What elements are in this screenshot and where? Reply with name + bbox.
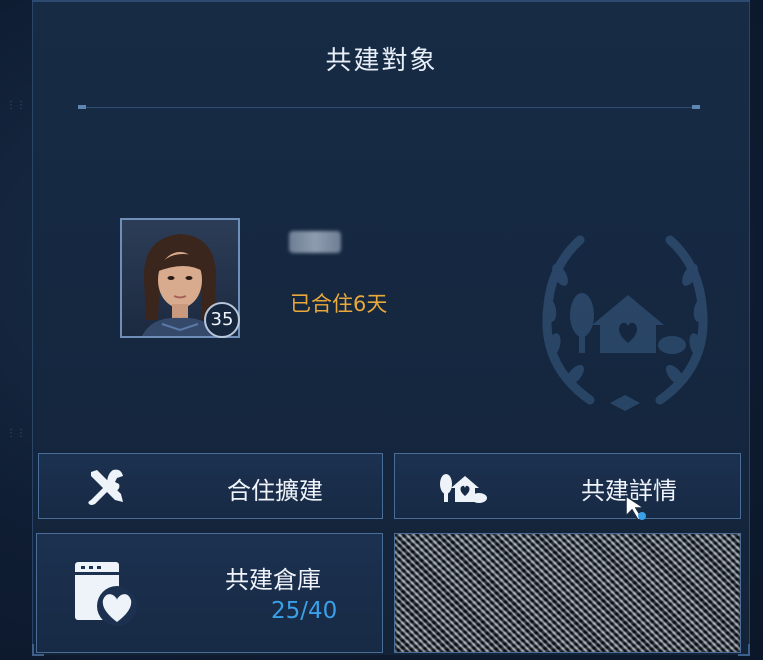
panel-title: 共建對象: [325, 46, 438, 76]
storage-heart-icon: [75, 562, 137, 626]
laurel-house-heart-icon: [542, 235, 708, 411]
level-badge: 35: [204, 302, 240, 338]
cohabit-expand-label: 合住擴建: [227, 477, 323, 505]
obscured-panel: [394, 533, 741, 653]
storage-count: 25/40: [271, 598, 338, 624]
house-detail-icon: [440, 474, 487, 503]
tools-icon: [88, 469, 123, 505]
co-build-storage-button[interactable]: 共建倉庫 25/40: [36, 533, 383, 653]
censored-area: [395, 534, 740, 652]
mouse-cursor-icon: [625, 494, 647, 521]
divider-dot: [692, 105, 700, 109]
side-marker: ⋮⋮: [6, 100, 26, 111]
side-marker: ⋮⋮: [6, 428, 26, 439]
title-divider: [80, 107, 700, 108]
cohabit-days-text: 已合住6天: [290, 292, 388, 316]
partner-name-redacted: [289, 231, 341, 253]
co-build-detail-button[interactable]: 共建詳情: [394, 453, 741, 519]
divider-dot: [78, 105, 86, 109]
co-build-storage-label: 共建倉庫: [225, 566, 321, 594]
cohabit-expand-button[interactable]: 合住擴建: [38, 453, 383, 519]
